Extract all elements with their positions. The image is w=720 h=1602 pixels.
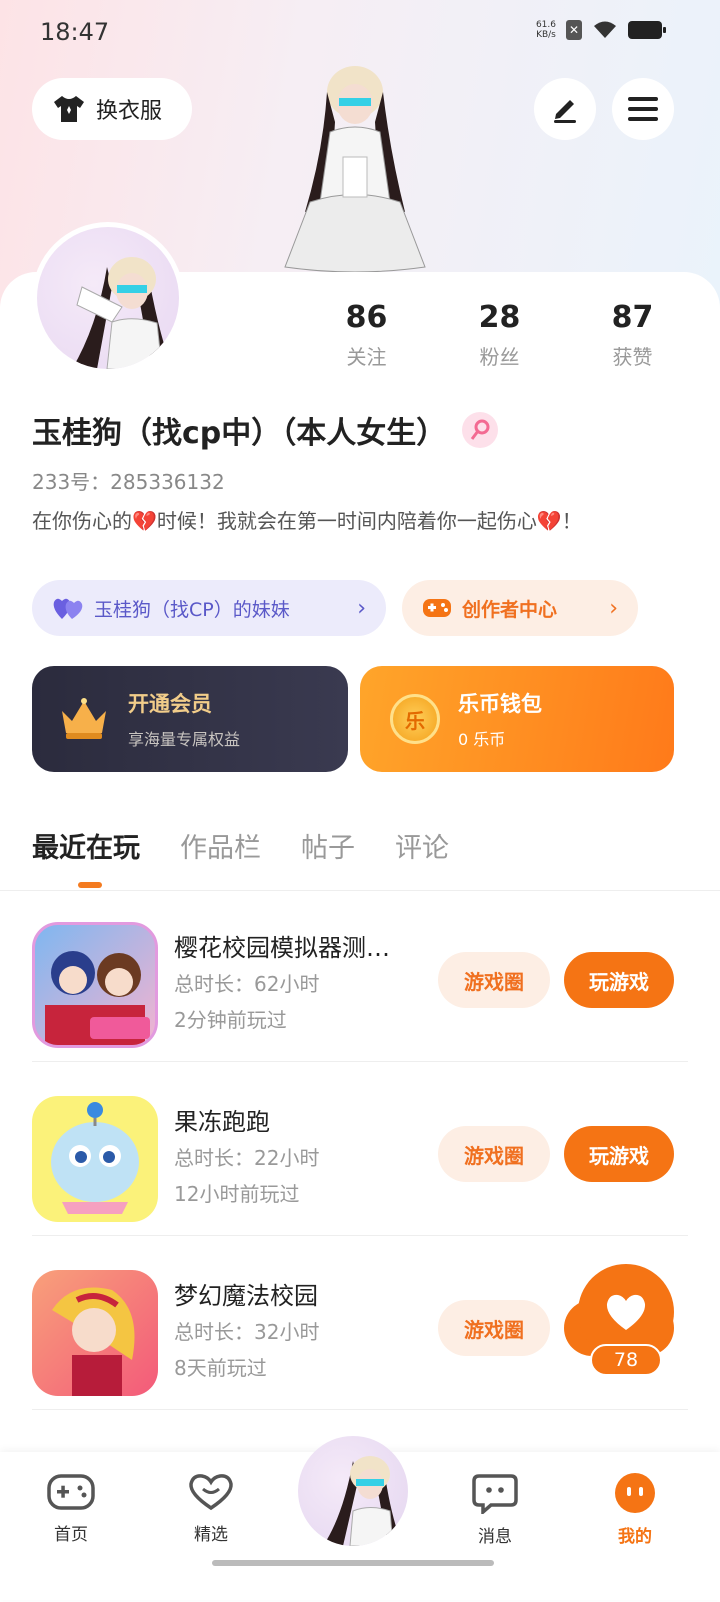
- game-icon-jelly-run: [32, 1096, 158, 1222]
- avatar-image: [323, 1456, 403, 1546]
- stat-following-count: 86: [345, 300, 388, 335]
- gamepad-icon: [423, 599, 451, 617]
- stat-following[interactable]: 86 关注: [300, 300, 433, 370]
- stat-following-label: 关注: [346, 345, 387, 369]
- double-heart-icon: [53, 598, 83, 619]
- vip-subtitle: 享海量专属权益: [128, 730, 241, 749]
- nav-me-label: 我的: [618, 1527, 652, 1547]
- face-icon: [615, 1473, 655, 1513]
- creator-center-label: 创作者中心: [462, 598, 558, 621]
- heart-icon: [189, 1474, 233, 1511]
- wifi-icon: [594, 21, 616, 38]
- female-gender-icon: [462, 412, 499, 448]
- vip-title: 开通会员: [128, 692, 212, 716]
- status-bar: 18:47 61.6 KB/s ✕: [0, 0, 720, 64]
- play-game-button[interactable]: 玩游戏: [564, 1126, 674, 1182]
- game-circle-button[interactable]: 游戏圈: [438, 952, 550, 1008]
- game-circle-button[interactable]: 游戏圈: [438, 1300, 550, 1356]
- game-icon-sakura: [32, 922, 158, 1048]
- menu-button[interactable]: [612, 78, 674, 140]
- floating-like-count: 78: [590, 1344, 662, 1376]
- profile-stats: 86 关注 28 粉丝 87 获赞: [300, 300, 700, 370]
- game-duration: 总时长：62小时: [174, 972, 320, 996]
- game-last-played: 8天前玩过: [174, 1356, 267, 1380]
- avatar-character-figure: [284, 66, 426, 272]
- game-duration: 总时长：22小时: [174, 1146, 320, 1170]
- stat-followers[interactable]: 28 粉丝: [433, 300, 566, 370]
- user-avatar[interactable]: [32, 222, 184, 374]
- tab-posts[interactable]: 帖子: [301, 826, 355, 865]
- gamepad-icon: [47, 1474, 95, 1510]
- profile-tabs: 最近在玩 作品栏 帖子 评论: [32, 826, 449, 865]
- crown-icon: [62, 698, 106, 739]
- nav-home[interactable]: 首页: [26, 1472, 116, 1545]
- game-list-item[interactable]: 樱花校园模拟器测… 总时长：62小时 2分钟前玩过 游戏圈 玩游戏: [32, 890, 688, 1062]
- tab-comments[interactable]: 评论: [395, 826, 449, 865]
- stat-followers-count: 28: [478, 300, 521, 335]
- game-duration: 总时长：32小时: [174, 1320, 320, 1344]
- home-indicator: [212, 1560, 494, 1566]
- stat-followers-label: 粉丝: [479, 345, 520, 369]
- wallet-balance: 0 乐币: [458, 730, 506, 749]
- change-outfit-label: 换衣服: [96, 99, 163, 124]
- edit-profile-button[interactable]: [534, 78, 596, 140]
- coin-icon: 乐: [390, 694, 440, 744]
- chevron-right-icon: ›: [357, 595, 366, 621]
- game-list-item[interactable]: 果冻跑跑 总时长：22小时 12小时前玩过 游戏圈 玩游戏: [32, 1064, 688, 1236]
- cp-relation-tag[interactable]: 玉桂狗（找CP）的妹妹 ›: [32, 580, 386, 636]
- game-last-played: 2分钟前玩过: [174, 1008, 287, 1032]
- change-outfit-button[interactable]: 换衣服: [32, 78, 192, 140]
- network-speed: 61.6 KB/s: [535, 20, 556, 40]
- active-tab-indicator: [78, 882, 102, 888]
- coin-wallet-card[interactable]: 乐 乐币钱包 0 乐币: [360, 666, 674, 772]
- nav-home-label: 首页: [54, 1525, 88, 1545]
- status-time: 18:47: [40, 18, 110, 46]
- game-icon-magic-school: [32, 1270, 158, 1396]
- game-name: 樱花校园模拟器测…: [174, 934, 390, 962]
- stat-likes[interactable]: 87 获赞: [566, 300, 699, 370]
- battery-icon: [628, 21, 666, 39]
- nav-avatar-center[interactable]: [298, 1436, 408, 1546]
- status-icons: 61.6 KB/s ✕: [535, 20, 666, 40]
- user-id: 233号：285336132: [32, 470, 225, 494]
- play-game-button[interactable]: 玩游戏: [564, 952, 674, 1008]
- vip-membership-card[interactable]: 开通会员 享海量专属权益: [32, 666, 348, 772]
- user-bio: 在你伤心的💔时候！我就会在第一时间内陪着你一起伤心💔！: [32, 509, 582, 533]
- cp-relation-label: 玉桂狗（找CP）的妹妹: [94, 598, 290, 621]
- chevron-right-icon: ›: [609, 595, 618, 621]
- game-circle-button[interactable]: 游戏圈: [438, 1126, 550, 1182]
- sim-icon: ✕: [566, 20, 582, 40]
- wallet-title: 乐币钱包: [458, 692, 542, 716]
- pencil-icon: [554, 100, 576, 123]
- game-name: 梦幻魔法校园: [174, 1282, 318, 1310]
- stat-likes-count: 87: [611, 300, 654, 335]
- nav-featured-label: 精选: [194, 1525, 228, 1545]
- shirt-icon: [54, 96, 84, 122]
- menu-icon: [628, 97, 658, 121]
- stat-likes-label: 获赞: [612, 345, 653, 369]
- chat-icon: [472, 1474, 518, 1516]
- nav-me[interactable]: 我的: [590, 1472, 680, 1547]
- nav-messages[interactable]: 消息: [450, 1472, 540, 1547]
- nav-messages-label: 消息: [478, 1527, 512, 1547]
- name-row: 玉桂狗（找cp中）（本人女生）: [32, 408, 499, 452]
- avatar-image: [72, 257, 172, 369]
- game-last-played: 12小时前玩过: [174, 1182, 300, 1206]
- heart-icon: [606, 1294, 646, 1330]
- tab-works[interactable]: 作品栏: [180, 826, 261, 865]
- nav-featured[interactable]: 精选: [166, 1472, 256, 1545]
- tab-recently-played[interactable]: 最近在玩: [32, 826, 140, 865]
- user-name: 玉桂狗（找cp中）（本人女生）: [32, 416, 447, 451]
- creator-center-tag[interactable]: 创作者中心 ›: [402, 580, 638, 636]
- game-name: 果冻跑跑: [174, 1108, 270, 1136]
